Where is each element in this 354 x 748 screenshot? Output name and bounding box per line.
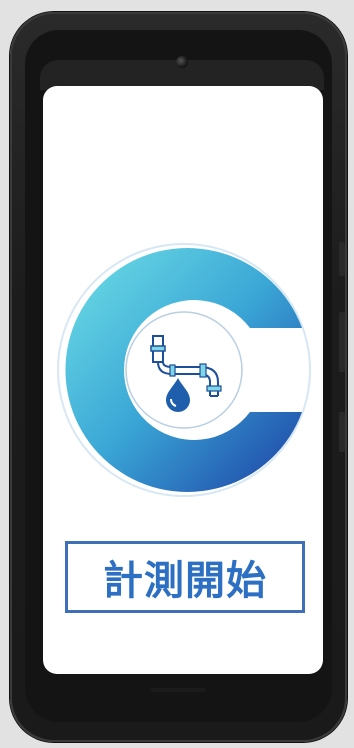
front-camera [176,56,188,68]
power-button [339,312,345,372]
volume-button [339,242,345,276]
screenshot-canvas: 計測開始 [0,0,354,748]
app-screen: 計測開始 [43,86,323,674]
side-key [339,412,345,452]
logo-graphic [57,243,311,497]
inner-circle [125,311,243,429]
start-measurement-label: 計測開始 [103,558,267,604]
start-measurement-button[interactable]: 計測開始 [65,541,305,613]
bottom-speaker-slot [150,688,206,692]
app-logo [50,236,318,504]
